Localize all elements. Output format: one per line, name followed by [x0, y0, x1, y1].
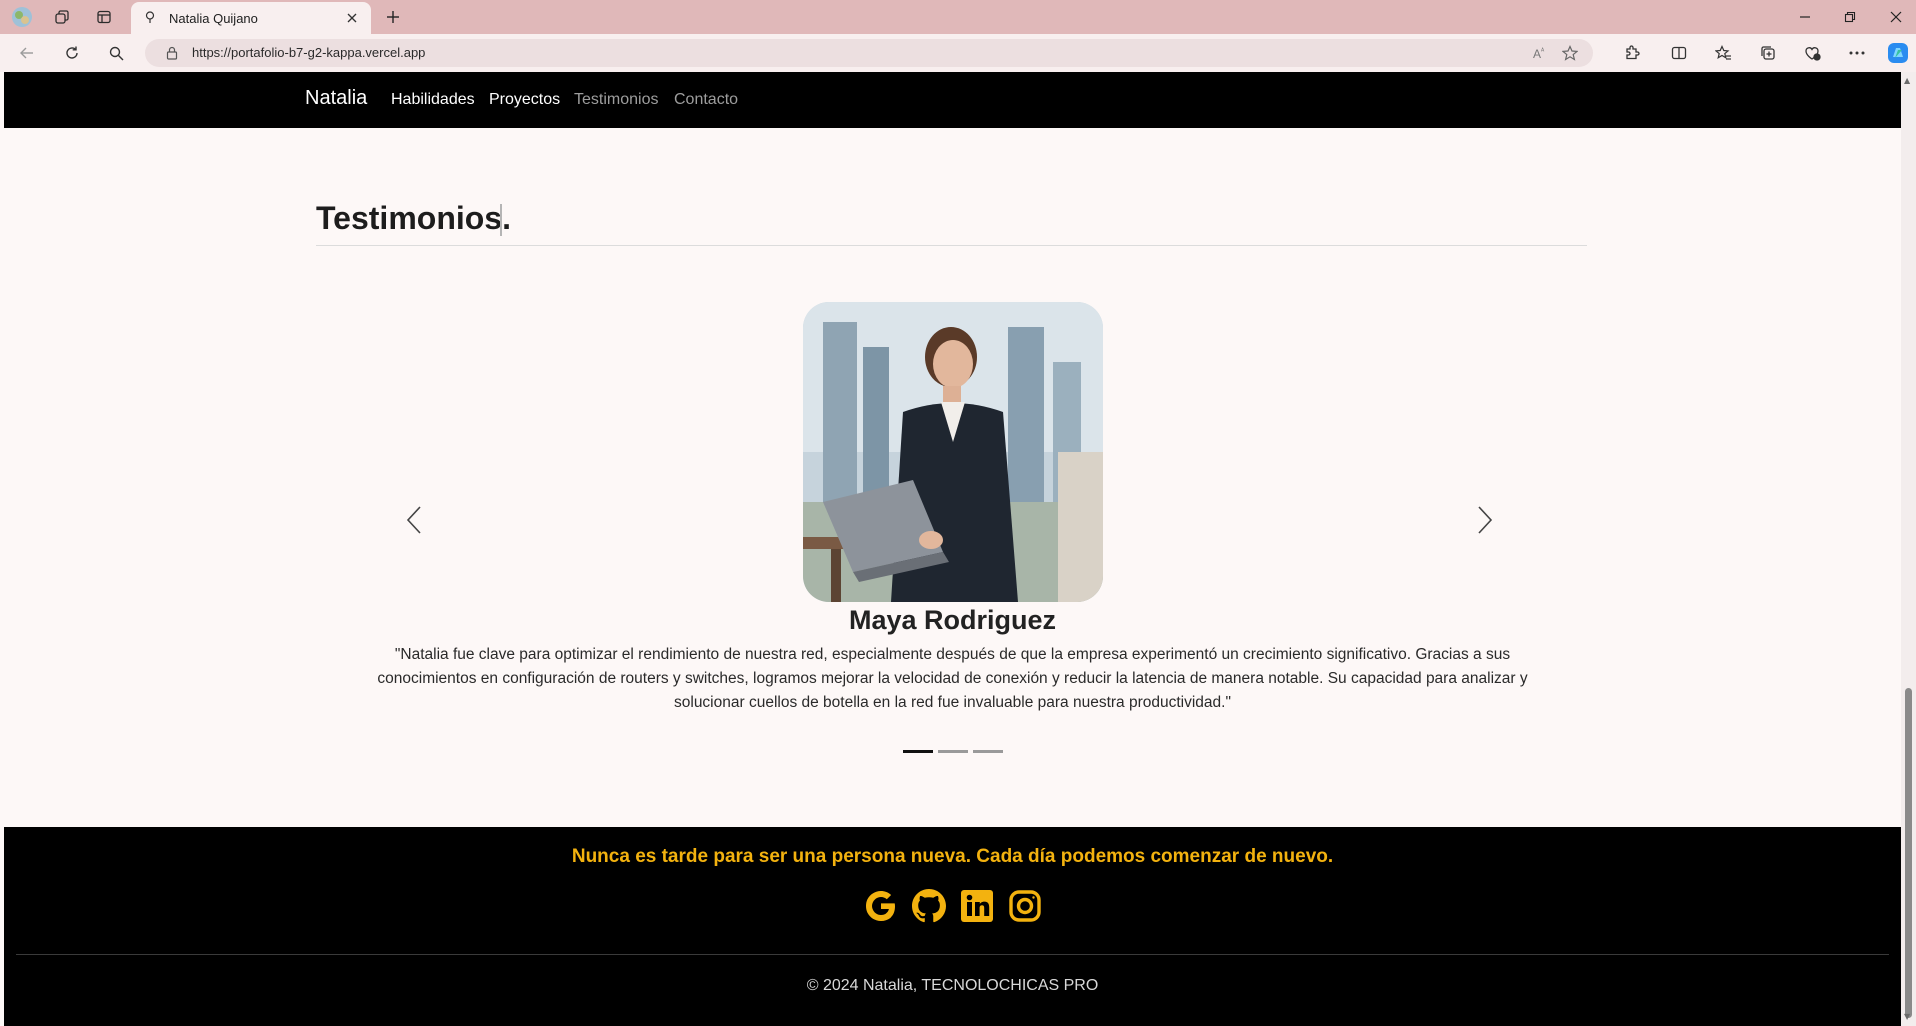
testimonial-name: Maya Rodriguez	[848, 605, 1057, 635]
collections-icon[interactable]	[1756, 42, 1780, 64]
refresh-icon[interactable]	[60, 42, 84, 64]
browser-essentials-icon[interactable]	[1800, 42, 1824, 64]
carousel-indicator-2[interactable]	[938, 750, 968, 753]
testimonial-quote: "Natalia fue clave para optimizar el ren…	[377, 646, 1528, 711]
restore-icon[interactable]	[1838, 6, 1862, 28]
carousel-next-icon[interactable]	[1470, 500, 1500, 540]
favorite-star-icon[interactable]	[1560, 43, 1580, 63]
browser-titlebar: Natalia Quijano	[0, 0, 1916, 34]
extensions-icon[interactable]	[1620, 42, 1644, 64]
tab-close-icon[interactable]	[343, 9, 361, 27]
address-bar[interactable]: https://portafolio-b7-g2-kappa.vercel.ap…	[145, 39, 1593, 67]
carousel-indicator-1[interactable]	[903, 750, 933, 753]
section-title: Testimonios.	[316, 200, 511, 236]
page-scrollbar[interactable]: ▲ ▼	[1901, 72, 1916, 1026]
svg-text:ᴬ: ᴬ	[1540, 47, 1545, 55]
typing-cursor	[500, 204, 502, 236]
close-window-icon[interactable]	[1884, 6, 1908, 28]
more-menu-icon[interactable]	[1845, 42, 1869, 64]
profile-avatar-icon[interactable]	[10, 6, 34, 28]
copilot-icon[interactable]	[1886, 42, 1910, 64]
read-aloud-icon[interactable]: Aᴬ	[1530, 43, 1550, 63]
google-icon[interactable]	[862, 887, 900, 925]
minimize-icon[interactable]	[1793, 6, 1817, 28]
split-screen-icon[interactable]	[1667, 42, 1691, 64]
testimonial-photo	[803, 302, 1103, 602]
carousel-indicator-3[interactable]	[973, 750, 1003, 753]
carousel-prev-icon[interactable]	[399, 500, 429, 540]
url-text[interactable]: https://portafolio-b7-g2-kappa.vercel.ap…	[192, 45, 425, 60]
new-tab-button[interactable]	[381, 6, 405, 28]
nav-link-testimonios[interactable]: Testimonios	[574, 91, 658, 109]
search-icon[interactable]	[104, 42, 128, 64]
svg-text:A: A	[1533, 47, 1541, 60]
linkedin-icon[interactable]	[958, 887, 996, 925]
site-info-icon[interactable]	[162, 43, 182, 63]
tab-title: Natalia Quijano	[169, 10, 258, 26]
browser-toolbar: https://portafolio-b7-g2-kappa.vercel.ap…	[0, 34, 1916, 72]
github-icon[interactable]	[910, 887, 948, 925]
site-navbar: Natalia Habilidades Proyectos Testimonio…	[4, 72, 1901, 128]
tab-active[interactable]: Natalia Quijano	[131, 2, 371, 34]
instagram-icon[interactable]	[1006, 887, 1044, 925]
footer-divider	[16, 954, 1889, 955]
tab-actions-icon[interactable]	[92, 6, 116, 28]
footer-motto: Nunca es tarde para ser una persona nuev…	[571, 846, 1334, 867]
favorites-icon[interactable]	[1711, 42, 1735, 64]
title-divider	[316, 245, 1587, 246]
page-viewport: Natalia Habilidades Proyectos Testimonio…	[4, 72, 1901, 1026]
workspaces-icon[interactable]	[50, 6, 74, 28]
site-brand[interactable]: Natalia	[305, 87, 367, 110]
scrollbar-thumb[interactable]	[1905, 688, 1912, 1018]
back-icon[interactable]	[15, 42, 39, 64]
scroll-up-icon[interactable]: ▲	[1904, 76, 1910, 85]
nav-link-contacto[interactable]: Contacto	[674, 91, 738, 109]
footer-copyright: © 2024 Natalia, TECNOLOCHICAS PRO	[806, 977, 1099, 994]
nav-link-habilidades[interactable]: Habilidades	[391, 91, 475, 109]
scroll-down-icon[interactable]: ▼	[1904, 1012, 1910, 1021]
tab-pin-icon	[143, 9, 157, 28]
site-footer: Nunca es tarde para ser una persona nuev…	[4, 827, 1901, 1026]
nav-link-proyectos[interactable]: Proyectos	[489, 91, 560, 109]
